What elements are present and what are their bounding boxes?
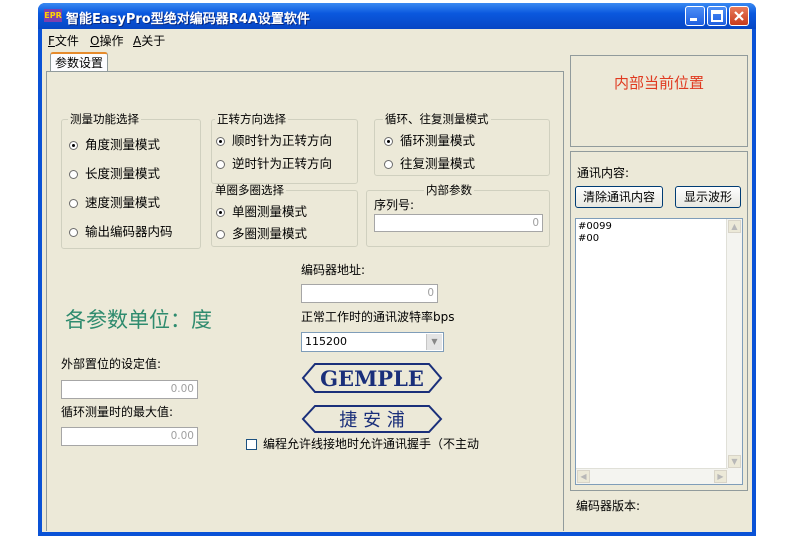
comm-label: 通讯内容: — [577, 166, 630, 180]
menu-operation[interactable]: O操作 — [90, 32, 123, 49]
window-title: 智能EasyPro型绝对编码器R4A设置软件 — [66, 12, 310, 27]
maximize-icon — [711, 10, 723, 22]
internal-params-group: 内部参数 序列号: 0 — [366, 184, 550, 247]
scroll-left-icon[interactable]: ◀ — [577, 470, 590, 483]
preset-field[interactable]: 0.00 — [61, 380, 198, 399]
radio-label: 输出编码器内码 — [85, 224, 173, 239]
baud-rate-label: 正常工作时的通讯波特率bps — [301, 310, 455, 324]
title-bar[interactable]: EPR 智能EasyPro型绝对编码器R4A设置软件 — [38, 3, 756, 29]
menu-operation-label: 操作 — [99, 34, 124, 48]
jieanpu-logo-text: 捷 安 浦 — [339, 410, 404, 431]
cycle-mode-group: 循环、往复测量模式 循环测量模式 往复测量模式 — [374, 113, 550, 176]
radio-length-mode[interactable]: 长度测量模式 — [69, 163, 160, 182]
cycle-mode-legend: 循环、往复测量模式 — [383, 112, 491, 126]
radio-dot — [69, 228, 78, 237]
menu-about-key: A — [133, 34, 142, 48]
radio-raw-code-mode[interactable]: 输出编码器内码 — [69, 221, 173, 240]
app-window: EPR 智能EasyPro型绝对编码器R4A设置软件 F文件 O操作 A关于 参… — [38, 3, 756, 536]
menu-about-label: 关于 — [141, 34, 166, 48]
radio-dot-selected — [69, 141, 78, 150]
close-icon — [734, 11, 744, 21]
radio-label: 循环测量模式 — [400, 133, 476, 148]
client-area: F文件 O操作 A关于 参数设置 测量功能选择 角度测量模式 长度测量模式 速度… — [42, 29, 752, 532]
radio-label: 顺时针为正转方向 — [232, 133, 333, 148]
radio-dot — [384, 160, 393, 169]
comm-log[interactable]: #0099 #00 ▲ ▼ ◀ ▶ — [575, 218, 743, 485]
radio-dot-selected — [216, 137, 225, 146]
radio-counterclockwise[interactable]: 逆时针为正转方向 — [216, 153, 332, 172]
turn-mode-group: 单圈多圈选择 单圈测量模式 多圈测量模式 — [211, 184, 358, 247]
scroll-right-icon[interactable]: ▶ — [714, 470, 727, 483]
right-panel: 内部当前位置 通讯内容: 清除通讯内容 显示波形 #0099 #00 ▲ ▼ ◀… — [568, 51, 750, 531]
radio-label: 角度测量模式 — [85, 137, 161, 152]
tab-parameter-settings[interactable]: 参数设置 — [50, 52, 108, 72]
close-button[interactable] — [729, 6, 749, 26]
radio-reciprocate-mode[interactable]: 往复测量模式 — [384, 153, 475, 172]
menu-about[interactable]: A关于 — [133, 32, 165, 49]
radio-dot — [216, 160, 225, 169]
menu-file-label: 文件 — [54, 34, 79, 48]
handshake-checkbox[interactable]: 编程允许线接地时允许通讯握手（不主动 — [246, 435, 529, 452]
dropdown-arrow-icon[interactable]: ▼ — [426, 334, 442, 350]
radio-label: 速度测量模式 — [85, 195, 161, 210]
serial-number-label: 序列号: — [374, 198, 415, 212]
menu-file[interactable]: F文件 — [48, 32, 79, 49]
handshake-label: 编程允许线接地时允许通讯握手（不主动 — [263, 437, 480, 451]
measure-mode-legend: 测量功能选择 — [68, 112, 141, 126]
minimize-icon — [690, 18, 697, 21]
max-value-label: 循环测量时的最大值: — [61, 405, 174, 419]
encoder-version-label: 编码器版本: — [576, 499, 641, 513]
radio-cycle-mode[interactable]: 循环测量模式 — [384, 130, 475, 149]
current-position-box: 内部当前位置 — [570, 55, 748, 147]
encoder-address-field[interactable]: 0 — [301, 284, 438, 303]
communication-box: 通讯内容: 清除通讯内容 显示波形 #0099 #00 ▲ ▼ ◀ ▶ — [570, 151, 748, 491]
radio-dot-selected — [384, 137, 393, 146]
radio-dot — [216, 230, 225, 239]
horizontal-scrollbar[interactable]: ◀ ▶ — [576, 468, 728, 484]
comm-log-line: #00 — [578, 233, 600, 244]
radio-dot — [69, 199, 78, 208]
direction-legend: 正转方向选择 — [215, 112, 288, 126]
radio-label: 多圈测量模式 — [232, 226, 308, 241]
current-position-label: 内部当前位置 — [613, 74, 704, 92]
radio-label: 单圈测量模式 — [232, 204, 308, 219]
jieanpu-logo: 捷 安 浦 — [301, 405, 443, 433]
menu-bar: F文件 O操作 A关于 — [42, 29, 752, 49]
radio-clockwise[interactable]: 顺时针为正转方向 — [216, 130, 332, 149]
baud-rate-select[interactable]: 115200 ▼ — [301, 332, 444, 352]
serial-number-field[interactable]: 0 — [374, 214, 543, 232]
radio-label: 逆时针为正转方向 — [232, 156, 333, 171]
parameter-panel: 测量功能选择 角度测量模式 长度测量模式 速度测量模式 输出编码器内码 正转方向… — [46, 71, 564, 531]
radio-label: 往复测量模式 — [400, 156, 476, 171]
checkbox-box[interactable] — [246, 439, 257, 450]
measure-mode-group: 测量功能选择 角度测量模式 长度测量模式 速度测量模式 输出编码器内码 — [61, 113, 201, 249]
comm-log-line: #0099 — [578, 221, 612, 232]
maximize-button[interactable] — [707, 6, 727, 26]
vertical-scrollbar[interactable]: ▲ ▼ — [726, 219, 742, 484]
preset-label: 外部置位的设定值: — [61, 357, 162, 371]
baud-rate-value: 115200 — [305, 335, 347, 348]
scroll-up-icon[interactable]: ▲ — [728, 220, 741, 233]
radio-speed-mode[interactable]: 速度测量模式 — [69, 192, 160, 211]
radio-single-turn[interactable]: 单圈测量模式 — [216, 201, 307, 220]
direction-group: 正转方向选择 顺时针为正转方向 逆时针为正转方向 — [211, 113, 358, 184]
turn-mode-legend: 单圈多圈选择 — [213, 183, 286, 197]
minimize-button[interactable] — [685, 6, 705, 26]
radio-dot-selected — [216, 208, 225, 217]
unit-note: 各参数单位：度 — [65, 308, 212, 332]
radio-angle-mode[interactable]: 角度测量模式 — [69, 134, 160, 153]
scroll-down-icon[interactable]: ▼ — [728, 455, 741, 468]
clear-comm-button[interactable]: 清除通讯内容 — [575, 186, 663, 208]
app-logo-icon: EPR — [44, 9, 62, 22]
encoder-address-label: 编码器地址: — [301, 263, 366, 277]
radio-dot — [69, 170, 78, 179]
radio-multi-turn[interactable]: 多圈测量模式 — [216, 223, 307, 242]
menu-file-key: F — [48, 34, 55, 48]
radio-label: 长度测量模式 — [85, 166, 161, 181]
show-waveform-button[interactable]: 显示波形 — [675, 186, 741, 208]
internal-params-legend: 内部参数 — [424, 183, 474, 197]
gemple-logo-text: GEMPLE — [320, 366, 424, 391]
gemple-logo: GEMPLE — [301, 363, 443, 393]
max-value-field[interactable]: 0.00 — [61, 427, 198, 446]
